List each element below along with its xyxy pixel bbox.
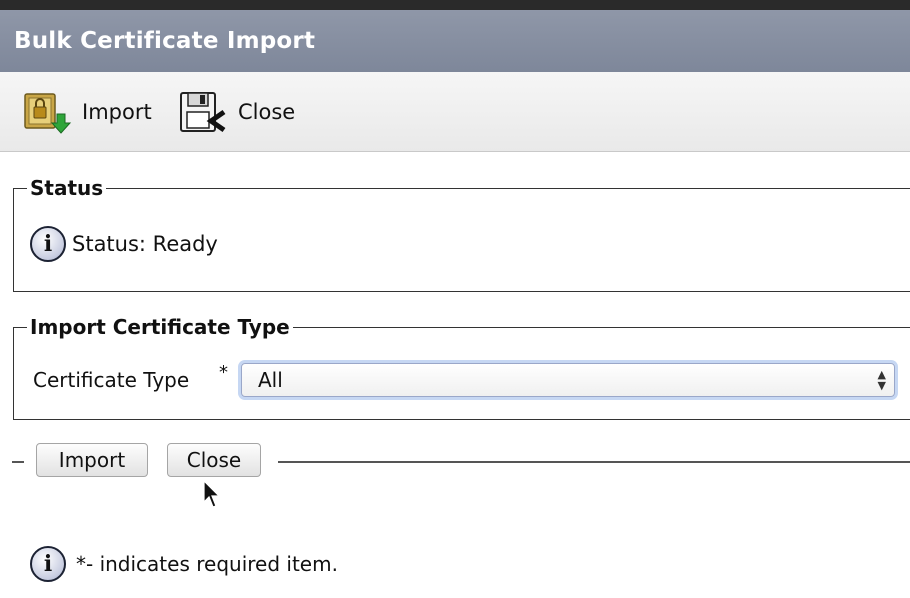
status-legend: Status	[30, 176, 104, 200]
required-note: *- indicates required item.	[76, 552, 338, 576]
status-text: Status: Ready	[72, 232, 218, 256]
required-marker: *	[219, 362, 228, 383]
status-row: i Status: Ready	[30, 226, 218, 262]
toolbar-import-label: Import	[82, 100, 152, 124]
divider-right	[278, 461, 910, 463]
required-note-row: i *- indicates required item.	[30, 546, 338, 582]
select-arrows-icon: ▲ ▼	[877, 368, 886, 392]
mouse-pointer-icon	[203, 479, 221, 514]
import-button[interactable]: Import	[36, 443, 148, 477]
title-bar: Bulk Certificate Import	[0, 10, 910, 72]
lock-import-icon	[22, 90, 74, 134]
toolbar-close-label: Close	[238, 100, 296, 124]
window-top-edge	[0, 0, 910, 10]
certificate-type-select[interactable]: All ▲ ▼	[241, 363, 895, 397]
certificate-type-legend: Import Certificate Type	[30, 315, 290, 339]
toolbar: Import Close	[0, 72, 910, 152]
certificate-type-value: All	[258, 368, 283, 392]
floppy-close-icon	[178, 90, 226, 134]
toolbar-close-button[interactable]: Close	[178, 90, 295, 134]
certificate-type-label: Certificate Type	[33, 368, 190, 392]
info-icon: i	[30, 226, 66, 262]
page-title: Bulk Certificate Import	[14, 28, 316, 54]
info-icon: i	[30, 546, 66, 582]
divider-left	[12, 461, 24, 463]
toolbar-import-button[interactable]: Import	[22, 90, 152, 134]
close-button[interactable]: Close	[167, 443, 261, 477]
